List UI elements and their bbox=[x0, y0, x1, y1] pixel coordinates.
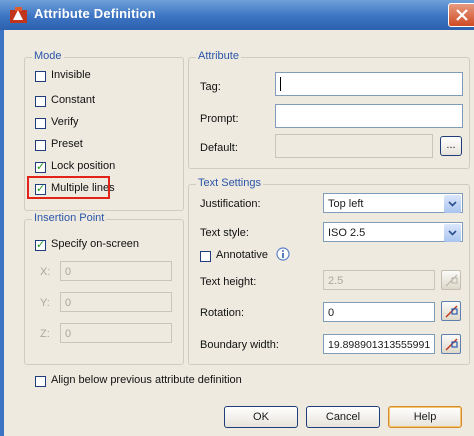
invisible-label: Invisible bbox=[51, 69, 91, 81]
x-label: X: bbox=[40, 266, 51, 278]
justification-label: Justification: bbox=[200, 198, 261, 210]
constant-label: Constant bbox=[51, 94, 96, 106]
text-style-value: ISO 2.5 bbox=[328, 227, 366, 239]
insertion-point-title: Insertion Point bbox=[32, 212, 107, 224]
justification-value: Top left bbox=[328, 198, 364, 210]
text-settings-title: Text Settings bbox=[196, 177, 263, 189]
annotative-label: Annotative bbox=[216, 249, 268, 261]
x-input[interactable]: 0 bbox=[60, 261, 172, 281]
default-input[interactable] bbox=[275, 134, 433, 158]
z-label: Z: bbox=[40, 328, 50, 340]
text-height-value: 2.5 bbox=[328, 275, 344, 287]
attribute-group-title: Attribute bbox=[196, 50, 241, 62]
verify-checkbox[interactable] bbox=[35, 118, 46, 129]
ok-button[interactable]: OK bbox=[224, 406, 298, 428]
rotation-value: 0 bbox=[328, 307, 335, 319]
align-below-checkbox[interactable] bbox=[35, 376, 46, 387]
align-below-label: Align below previous attribute definitio… bbox=[51, 374, 242, 386]
insert-field-button[interactable]: ... bbox=[440, 136, 462, 156]
tag-input[interactable] bbox=[275, 72, 463, 96]
title-bar: Attribute Definition bbox=[0, 0, 474, 30]
help-button[interactable]: Help bbox=[388, 406, 462, 428]
chevron-down-icon bbox=[448, 230, 457, 236]
info-icon[interactable] bbox=[276, 247, 290, 261]
specify-on-screen-checkbox[interactable] bbox=[35, 238, 46, 251]
prompt-label: Prompt: bbox=[200, 113, 239, 125]
text-style-dropdown-button[interactable] bbox=[444, 224, 461, 242]
lock-position-checkbox[interactable] bbox=[35, 160, 46, 173]
window-frame bbox=[0, 30, 4, 436]
x-value: 0 bbox=[65, 266, 72, 278]
constant-checkbox[interactable] bbox=[35, 96, 46, 107]
rotation-pick-button[interactable] bbox=[441, 301, 461, 321]
z-input[interactable]: 0 bbox=[60, 323, 172, 343]
rotation-input[interactable]: 0 bbox=[323, 302, 435, 322]
lock-position-label: Lock position bbox=[51, 160, 116, 172]
attribute-definition-dialog: Attribute Definition Mode Invisible Cons… bbox=[0, 0, 474, 436]
text-height-input[interactable]: 2.5 bbox=[323, 270, 435, 290]
pick-point-icon bbox=[445, 305, 458, 318]
prompt-input[interactable] bbox=[275, 104, 463, 128]
highlight-box bbox=[27, 176, 110, 199]
annotative-checkbox[interactable] bbox=[200, 251, 211, 262]
specify-on-screen-label: Specify on-screen bbox=[51, 238, 140, 250]
y-input[interactable]: 0 bbox=[60, 292, 172, 312]
tag-label: Tag: bbox=[200, 81, 221, 93]
y-value: 0 bbox=[65, 297, 72, 309]
text-style-dropdown[interactable]: ISO 2.5 bbox=[323, 222, 463, 242]
z-value: 0 bbox=[65, 328, 72, 340]
text-style-label: Text style: bbox=[200, 227, 249, 239]
justification-dropdown-button[interactable] bbox=[444, 195, 461, 213]
dialog-title: Attribute Definition bbox=[34, 6, 156, 21]
cancel-button[interactable]: Cancel bbox=[306, 406, 380, 428]
invisible-checkbox[interactable] bbox=[35, 71, 46, 82]
close-button[interactable] bbox=[448, 3, 474, 27]
preset-checkbox[interactable] bbox=[35, 140, 46, 151]
text-height-pick-button[interactable] bbox=[441, 270, 461, 290]
boundary-width-pick-button[interactable] bbox=[441, 334, 461, 354]
app-icon bbox=[10, 7, 27, 23]
text-height-label: Text height: bbox=[200, 276, 257, 288]
close-icon bbox=[456, 9, 468, 21]
preset-label: Preset bbox=[51, 138, 83, 150]
rotation-label: Rotation: bbox=[200, 307, 245, 319]
pick-point-icon bbox=[445, 274, 458, 287]
boundary-width-input[interactable]: 19.898901313555991 bbox=[323, 334, 435, 354]
text-caret bbox=[280, 77, 281, 91]
default-label: Default: bbox=[200, 142, 238, 154]
pick-point-icon bbox=[445, 338, 458, 351]
mode-group-title: Mode bbox=[32, 50, 64, 62]
chevron-down-icon bbox=[448, 201, 457, 207]
y-label: Y: bbox=[40, 297, 50, 309]
justification-dropdown[interactable]: Top left bbox=[323, 193, 463, 213]
boundary-width-label: Boundary width: bbox=[200, 339, 279, 351]
verify-label: Verify bbox=[51, 116, 79, 128]
boundary-width-value: 19.898901313555991 bbox=[328, 339, 431, 351]
